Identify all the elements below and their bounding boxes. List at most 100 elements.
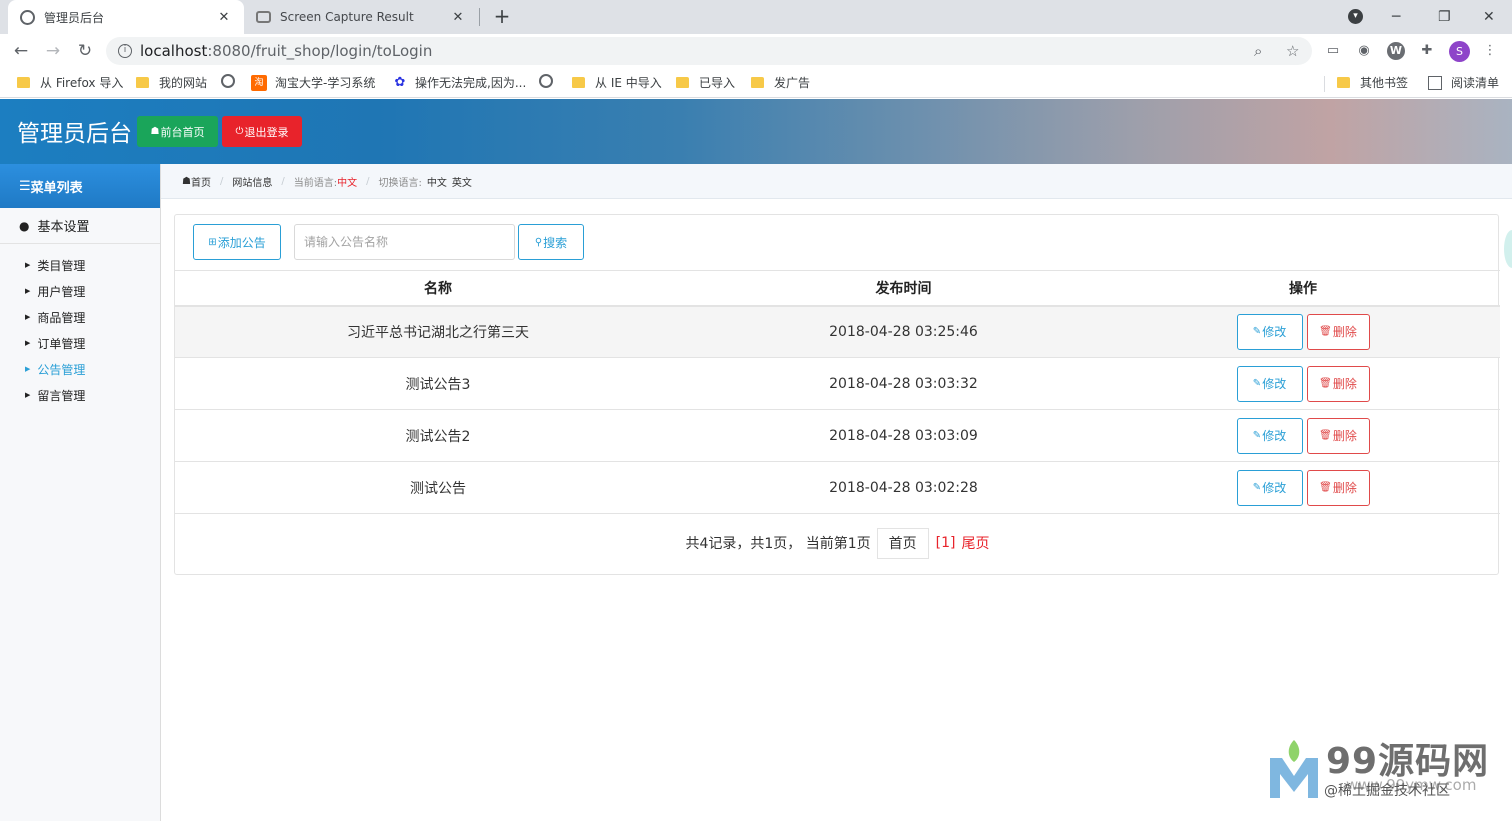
folder-icon [17, 77, 30, 88]
sidebar-group-basic[interactable]: ● 基本设置 [0, 208, 160, 244]
sidebar-item-announcements[interactable]: ▶ 公告管理 [0, 356, 160, 382]
folder-icon [572, 77, 585, 88]
bookmark-item[interactable]: 已导入 [676, 74, 735, 91]
sidebar-item-orders[interactable]: ▶ 订单管理 [0, 330, 160, 356]
table-row: 习近平总书记湖北之行第三天 2018-04-28 03:25:46 ✎ 修改 🗑 删… [175, 305, 1500, 358]
maximize-icon[interactable]: ❐ [1438, 0, 1451, 34]
plus-square-icon: ⊞ [208, 236, 217, 248]
tab-divider [479, 8, 480, 26]
new-tab-icon[interactable]: + [491, 4, 513, 28]
cell-time: 2018-04-28 03:02:28 [701, 461, 1106, 514]
edit-icon: ✎ [1252, 378, 1262, 389]
admin-header: 管理员后台 ☗ 前台首页 ⏻ 退出登录 [0, 99, 1512, 164]
edit-button[interactable]: ✎ 修改 [1236, 469, 1303, 506]
table-row: 测试公告2 2018-04-28 03:03:09 ✎ 修改 🗑 删除 [175, 409, 1500, 462]
bookmark-item[interactable]: 从 IE 中导入 [572, 74, 662, 91]
url-field[interactable]: i localhost:8080/fruit_shop/login/toLogi… [106, 37, 1312, 65]
browser-tab-inactive[interactable]: Screen Capture Result ✕ [244, 0, 478, 34]
breadcrumb-separator: / [219, 175, 224, 187]
cell-actions: ✎ 修改 🗑 删除 [1106, 357, 1500, 410]
edit-button[interactable]: ✎ 修改 [1236, 365, 1303, 402]
globe-icon [221, 74, 235, 88]
cell-actions: ✎ 修改 🗑 删除 [1106, 461, 1500, 514]
sidebar: ☰ 菜单列表 ● 基本设置 ▶ 类目管理 ▶ 用户管理 ▶ 商品管理 ▶ 订单管理 ▶ 公告管… [0, 164, 161, 821]
breadcrumb-site-info[interactable]: 网站信息 [232, 174, 272, 189]
search-input[interactable] [294, 224, 515, 260]
browser-tab-bar: 管理员后台 ✕ Screen Capture Result ✕ + ▾ ─ ❐ … [0, 0, 1512, 34]
sidebar-item-messages[interactable]: ▶ 留言管理 [0, 382, 160, 408]
puzzle-icon[interactable]: ✚ [1418, 42, 1436, 60]
bookmark-star-icon[interactable]: ☆ [1286, 42, 1299, 60]
camera-icon[interactable]: ◉ [1355, 42, 1373, 60]
table-row: 测试公告 2018-04-28 03:02:28 ✎ 修改 🗑 删除 [175, 461, 1500, 514]
home-icon: ☗ [182, 175, 191, 187]
bookmark-item[interactable]: 发广告 [751, 74, 810, 91]
watermark-subtitle: @稀土掘金技术社区 [1324, 783, 1450, 799]
table-header-row: 名称 发布时间 操作 [175, 270, 1500, 307]
bookmark-item[interactable]: 从 Firefox 导入 [17, 74, 123, 91]
reload-icon[interactable]: ↻ [74, 40, 96, 62]
folder-icon [1337, 77, 1350, 88]
edit-button[interactable]: ✎ 修改 [1236, 417, 1303, 454]
bookmark-item[interactable]: ✿ 操作无法完成,因为... [393, 74, 527, 91]
cell-actions: ✎ 修改 🗑 删除 [1106, 409, 1500, 462]
column-header-time: 发布时间 [701, 270, 1106, 307]
delete-button[interactable]: 🗑 删除 [1306, 417, 1370, 454]
url-text: localhost:8080/fruit_shop/login/toLogin [140, 42, 433, 60]
logout-button[interactable]: ⏻ 退出登录 [222, 116, 302, 147]
edit-button[interactable]: ✎ 修改 [1236, 313, 1303, 350]
home-button[interactable]: ☗ 前台首页 [137, 116, 218, 147]
watermark: 99源码网 www.99ymw.com @稀土掘金技术社区 [1266, 730, 1512, 810]
column-header-actions: 操作 [1106, 270, 1500, 307]
user-icon: ● [19, 218, 30, 233]
close-tab-icon[interactable]: ✕ [450, 10, 466, 25]
language-zh-link[interactable]: 中文 [427, 174, 447, 189]
minimize-icon[interactable]: ─ [1392, 0, 1400, 34]
caret-right-icon: ▶ [25, 261, 31, 269]
bookmark-item[interactable]: 淘淘宝大学-学习系统 [251, 74, 375, 91]
sidebar-item-category[interactable]: ▶ 类目管理 [0, 252, 160, 278]
reading-list-icon [1428, 75, 1442, 90]
translate-icon[interactable]: ▭ [1324, 42, 1342, 60]
browser-tab-active[interactable]: 管理员后台 ✕ [8, 0, 244, 34]
baidu-icon: ✿ [394, 74, 406, 90]
delete-button[interactable]: 🗑 删除 [1306, 365, 1370, 402]
bookmark-item[interactable]: 我的网站 [136, 74, 207, 91]
current-page-link[interactable]: [1] [936, 535, 956, 551]
menu-kebab-icon[interactable]: ⋮ [1481, 42, 1499, 60]
page-title: 管理员后台 [17, 121, 132, 147]
sidebar-item-products[interactable]: ▶ 商品管理 [0, 304, 160, 330]
sidebar-item-users[interactable]: ▶ 用户管理 [0, 278, 160, 304]
back-icon[interactable]: ← [10, 40, 32, 62]
site-info-icon[interactable]: i [118, 44, 132, 58]
close-tab-icon[interactable]: ✕ [216, 10, 232, 25]
add-announcement-button[interactable]: ⊞ 添加公告 [193, 224, 281, 260]
breadcrumb-home[interactable]: 首页 [191, 174, 211, 189]
current-language-label: 当前语言: [293, 177, 338, 189]
close-window-icon[interactable]: ✕ [1483, 0, 1495, 34]
pagination-summary: 共4记录，共1页， 当前第1页 [685, 536, 871, 552]
bookmark-divider [1324, 76, 1325, 92]
search-button[interactable]: ⚲ 搜索 [518, 224, 584, 260]
bookmark-item[interactable] [221, 74, 235, 88]
bookmark-item[interactable]: 阅读清单 [1428, 74, 1499, 91]
profile-avatar[interactable]: S [1449, 41, 1470, 62]
first-page-button[interactable]: 首页 [876, 527, 929, 559]
announcement-table: 名称 发布时间 操作 习近平总书记湖北之行第三天 2018-04-28 03:2… [175, 270, 1500, 514]
tab-search-icon[interactable]: ▾ [1348, 9, 1363, 24]
sidebar-menu-title: ☰ 菜单列表 [0, 164, 160, 208]
delete-button[interactable]: 🗑 删除 [1306, 313, 1370, 350]
cell-name: 测试公告 [175, 461, 701, 514]
language-en-link[interactable]: 英文 [452, 174, 472, 189]
bookmark-item[interactable]: 其他书签 [1337, 74, 1408, 91]
delete-button[interactable]: 🗑 删除 [1306, 469, 1370, 506]
breadcrumb-separator: / [281, 175, 285, 187]
forward-icon[interactable]: → [42, 40, 64, 62]
bookmark-item[interactable] [539, 74, 553, 88]
edit-icon: ✎ [1252, 482, 1262, 493]
caret-right-icon: ▶ [25, 391, 31, 399]
last-page-link[interactable]: 尾页 [962, 533, 990, 553]
zoom-icon[interactable]: ⌕ [1254, 42, 1262, 60]
cell-name: 测试公告3 [175, 357, 701, 410]
w-extension-icon[interactable]: W [1387, 42, 1405, 60]
